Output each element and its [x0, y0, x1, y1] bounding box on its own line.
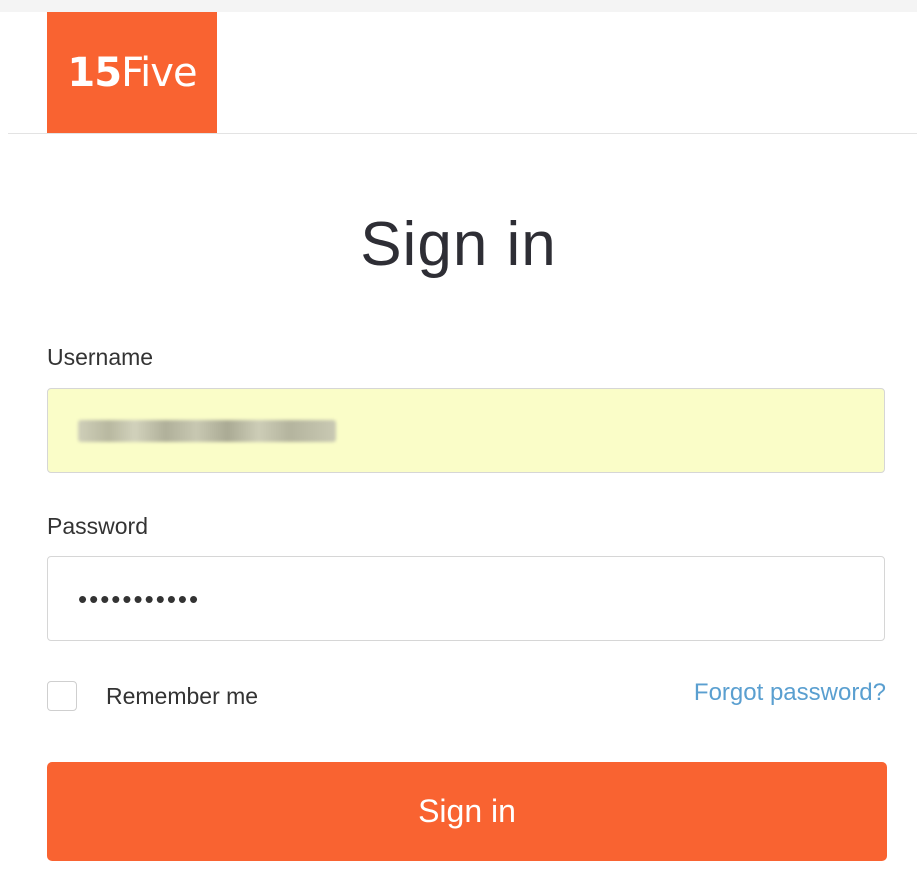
- brand-logo[interactable]: 15 Five: [47, 12, 217, 133]
- forgot-password-link[interactable]: Forgot password?: [694, 679, 886, 707]
- password-label: Password: [47, 513, 148, 539]
- browser-top-strip: [0, 0, 917, 12]
- logo-word: Five: [121, 49, 197, 96]
- logo-number: 15: [67, 49, 122, 96]
- password-value: •••••••••••: [78, 583, 201, 614]
- site-header: 15 Five: [8, 12, 917, 134]
- sign-in-button[interactable]: Sign in: [47, 762, 887, 861]
- page-title: Sign in: [360, 210, 557, 279]
- username-field[interactable]: [47, 388, 885, 473]
- password-field[interactable]: •••••••••••: [47, 556, 885, 641]
- remember-me-row: Remember me: [47, 681, 258, 711]
- username-label: Username: [47, 344, 154, 370]
- remember-me-checkbox[interactable]: [47, 681, 77, 711]
- username-value-blurred: [78, 419, 336, 442]
- remember-me-label[interactable]: Remember me: [106, 683, 258, 710]
